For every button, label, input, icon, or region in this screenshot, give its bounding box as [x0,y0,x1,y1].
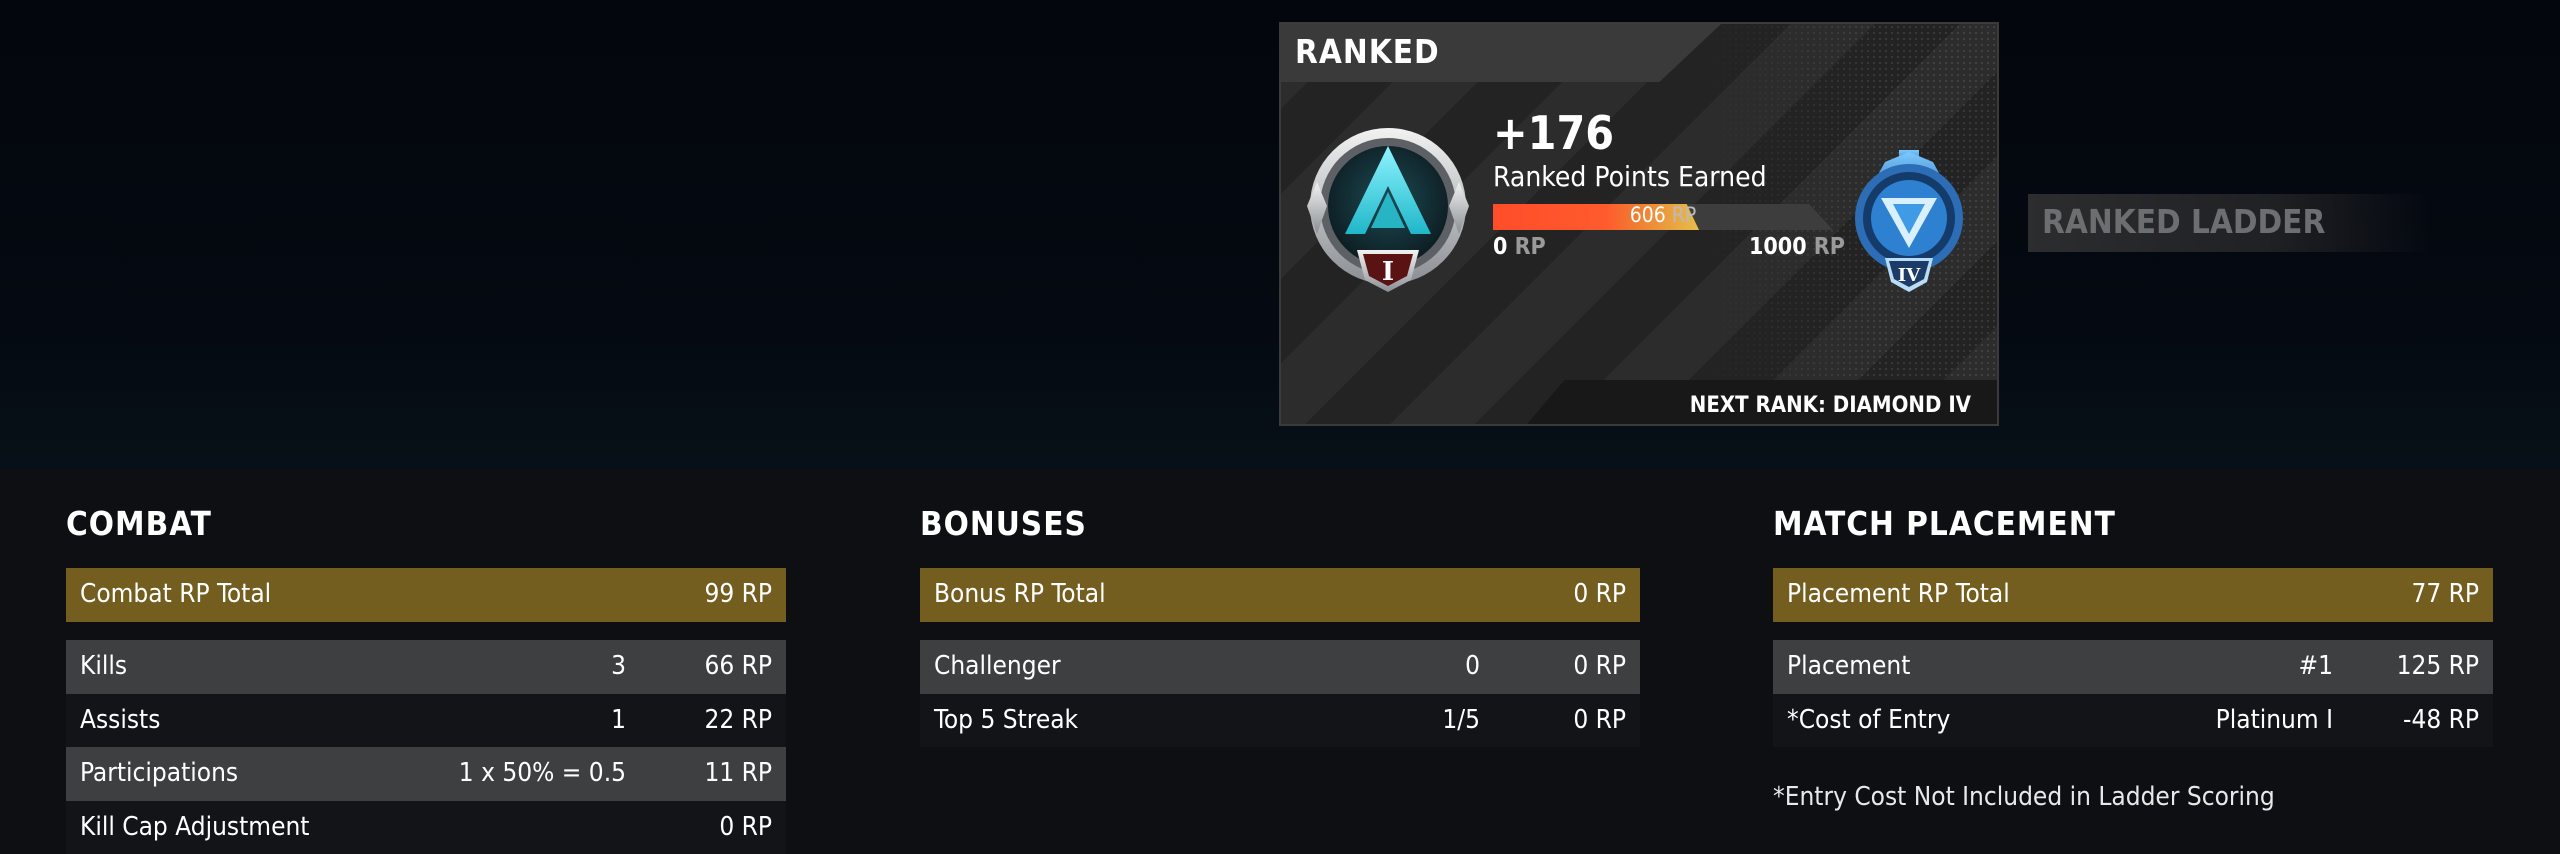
bonuses-panel: BONUSES Bonus RP Total 0 RP Challenger 0… [920,500,1640,747]
row-value: 0 RP [1573,704,1626,735]
row-label: Kills [80,651,128,681]
next-rank-label: NEXT RANK: DIAMOND IV [1689,393,1971,418]
ranked-card: RANKED I +176 Ranked Points Earned 606 R… [1279,22,1999,426]
entry-cost-note: *Entry Cost Not Included in Ladder Scori… [1773,782,2275,812]
placement-total-row: Placement RP Total 77 RP [1773,568,2493,622]
table-row: Placement #1 125 RP [1773,640,2493,694]
next-tier-numeral: IV [1898,265,1921,286]
row-value: 0 RP [719,811,772,842]
placement-total-value: 77 RP [2411,579,2479,609]
row-value: 0 RP [1573,651,1626,681]
ranked-ladder-button[interactable]: RANKED LADDER [2028,194,2428,252]
platinum-rank-badge-icon: I [1307,128,1469,292]
row-detail: #1 [2298,651,2333,681]
bonuses-total-value: 0 RP [1573,579,1626,609]
placement-total-label: Placement RP Total [1787,579,2010,609]
row-detail: 1 x 50% = 0.5 [458,758,626,788]
placement-panel: MATCH PLACEMENT Placement RP Total 77 RP… [1773,500,2493,812]
row-label: Placement [1787,651,1911,681]
current-rp-value: 606 [1629,203,1666,227]
table-row: Assists 1 22 RP [66,693,786,747]
row-value: 22 RP [704,704,772,735]
table-row: Top 5 Streak 1/5 0 RP [920,693,1640,747]
row-label: Participations [80,758,239,788]
row-label: *Cost of Entry [1787,704,1951,735]
ranked-ladder-label: RANKED LADDER [2042,202,2326,241]
table-row: Kills 3 66 RP [66,640,786,694]
row-value: 66 RP [704,651,772,681]
min-rp: 0 RP [1493,234,1546,260]
row-value: -48 RP [2403,704,2479,735]
min-rp-unit: RP [1514,234,1546,260]
combat-title: COMBAT [66,504,212,543]
row-label: Assists [80,704,161,735]
current-tier-numeral: I [1382,257,1394,287]
row-label: Top 5 Streak [934,704,1079,735]
combat-total-row: Combat RP Total 99 RP [66,568,786,622]
row-detail: 1 [611,704,626,735]
points-gained: +176 [1493,106,1615,160]
bonuses-total-label: Bonus RP Total [934,579,1106,609]
table-row: Participations 1 x 50% = 0.5 11 RP [66,747,786,801]
min-rp-value: 0 [1493,234,1508,260]
row-label: Kill Cap Adjustment [80,811,310,842]
row-value: 125 RP [2396,651,2479,681]
points-label: Ranked Points Earned [1493,160,1767,193]
table-row: *Cost of Entry Platinum I -48 RP [1773,693,2493,747]
rp-progress-text: 606 RP [1493,203,1833,227]
table-row: Kill Cap Adjustment 0 RP [66,800,786,854]
row-label: Challenger [934,651,1061,681]
combat-total-value: 99 RP [704,579,772,609]
diamond-rank-badge-icon: IV [1855,150,1963,292]
table-row: Challenger 0 0 RP [920,640,1640,694]
max-rp: 1000 RP [1749,234,1845,260]
combat-total-label: Combat RP Total [80,579,272,609]
row-detail: 1/5 [1442,704,1480,735]
row-detail: 3 [611,651,626,681]
bonuses-total-row: Bonus RP Total 0 RP [920,568,1640,622]
placement-title: MATCH PLACEMENT [1773,504,2116,543]
row-value: 11 RP [704,758,772,788]
bonuses-title: BONUSES [920,504,1087,543]
current-rp-unit: RP [1671,203,1697,227]
max-rp-value: 1000 [1749,234,1807,260]
row-detail: 0 [1465,651,1480,681]
combat-panel: COMBAT Combat RP Total 99 RP Kills 3 66 … [66,500,786,854]
card-title: RANKED [1295,32,1440,71]
row-detail: Platinum I [2215,704,2333,735]
rp-progress-bar: 606 RP [1493,204,1833,230]
